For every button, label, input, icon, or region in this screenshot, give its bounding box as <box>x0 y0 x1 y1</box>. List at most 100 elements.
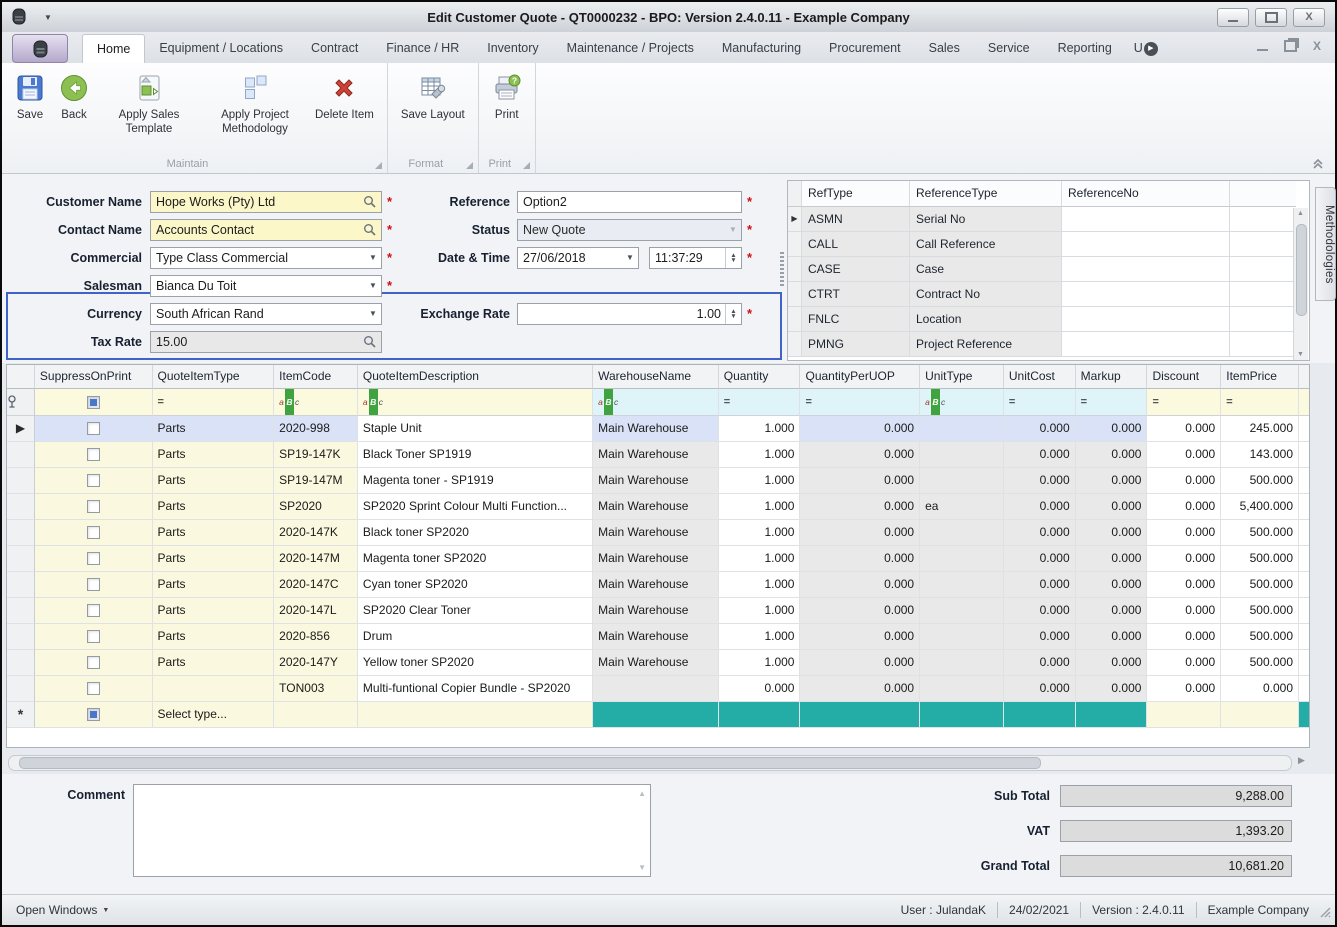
cell-quantity[interactable]: 1.000 <box>719 416 801 442</box>
suppress-checkbox[interactable] <box>87 682 100 695</box>
cell-quantity[interactable]: 1.000 <box>719 546 801 572</box>
chevron-down-icon[interactable]: ▼ <box>365 248 381 268</box>
cell-quoteitemdescription[interactable]: Black Toner SP1919 <box>358 442 593 468</box>
scroll-down-icon[interactable]: ▼ <box>638 863 646 872</box>
cell-markup[interactable]: 0.000 <box>1076 520 1148 546</box>
cell-quantity[interactable]: 1.000 <box>719 598 801 624</box>
chevron-down-icon[interactable]: ▼ <box>365 276 381 296</box>
cell-quoteitemtype[interactable]: Select type... <box>153 702 275 728</box>
cell-suppressonprint[interactable] <box>35 572 153 598</box>
cell-markup[interactable]: 0.000 <box>1076 442 1148 468</box>
cell-itemprice[interactable]: 500.000 <box>1221 650 1299 676</box>
cell-quantityperuop[interactable]: 0.000 <box>800 676 920 702</box>
ref-cell-reftype[interactable]: CASE <box>802 257 910 282</box>
application-button[interactable] <box>12 34 68 63</box>
column-header-itemcode[interactable]: ItemCode <box>274 365 358 389</box>
ref-cell-referenceno[interactable] <box>1062 307 1230 332</box>
suppress-checkbox[interactable] <box>87 604 100 617</box>
cell-quantityperuop[interactable]: 0.000 <box>800 598 920 624</box>
cell-quoteitemtype[interactable]: Parts <box>153 442 275 468</box>
cell-warehousename[interactable] <box>593 676 719 702</box>
cell-markup[interactable]: 0.000 <box>1076 650 1148 676</box>
cell-unittype[interactable] <box>920 520 1004 546</box>
exchange-rate-spinner[interactable]: 1.00 ▲▼ <box>517 303 742 325</box>
cell-itemcode[interactable]: 2020-147Y <box>274 650 358 676</box>
cell-warehousename[interactable]: Main Warehouse <box>593 598 719 624</box>
cell-suppressonprint[interactable] <box>35 416 153 442</box>
cell-quantityperuop[interactable]: 0.000 <box>800 494 920 520</box>
cell-quoteitemdescription[interactable]: Multi-funtional Copier Bundle - SP2020 <box>358 676 593 702</box>
cell-itemcode[interactable]: 2020-147C <box>274 572 358 598</box>
ref-cell-referencetype[interactable]: Serial No <box>910 207 1062 232</box>
filter-cell-unittype[interactable]: aBc <box>920 389 1004 416</box>
cell-discount[interactable]: 0.000 <box>1147 546 1221 572</box>
cell-itemprice[interactable]: 500.000 <box>1221 468 1299 494</box>
contact-name-field[interactable]: Accounts Contact <box>150 219 382 241</box>
filter-cell-itemcode[interactable]: aBc <box>274 389 358 416</box>
ribbon-tab-finance-hr[interactable]: Finance / HR <box>372 34 473 63</box>
cell-quoteitemtype[interactable]: Parts <box>153 650 275 676</box>
suppress-checkbox[interactable] <box>87 578 100 591</box>
cell-markup[interactable]: 0.000 <box>1076 624 1148 650</box>
filter-cell-warehousename[interactable]: aBc <box>593 389 719 416</box>
dialog-launcher-icon[interactable] <box>466 162 473 169</box>
cell-unitcost[interactable]: 0.000 <box>1004 416 1076 442</box>
filter-cell-itemprice[interactable]: = <box>1221 389 1299 416</box>
cell-quoteitemtype[interactable]: Parts <box>153 468 275 494</box>
filter-cell-quoteitemdescription[interactable]: aBc <box>358 389 593 416</box>
minimize-button[interactable] <box>1217 8 1249 27</box>
ribbon-tab-procurement[interactable]: Procurement <box>815 34 915 63</box>
ribbon-close-icon[interactable]: X <box>1313 40 1321 52</box>
cell-itemcode[interactable]: 2020-998 <box>274 416 358 442</box>
cell-quoteitemdescription[interactable]: SP2020 Sprint Colour Multi Function... <box>358 494 593 520</box>
cell-discount[interactable]: 0.000 <box>1147 572 1221 598</box>
cell-unittype[interactable] <box>920 598 1004 624</box>
scroll-up-icon[interactable]: ▲ <box>638 789 646 798</box>
scroll-up-icon[interactable]: ▲ <box>1297 210 1304 217</box>
ref-cell-reftype[interactable]: FNLC <box>802 307 910 332</box>
scrollbar-thumb[interactable] <box>1296 224 1307 316</box>
maximize-button[interactable] <box>1255 8 1287 27</box>
ribbon-tab-reporting[interactable]: Reporting <box>1044 34 1126 63</box>
save-button[interactable]: Save <box>8 69 52 153</box>
cell-quoteitemdescription[interactable]: Cyan toner SP2020 <box>358 572 593 598</box>
cell-itemcode[interactable]: 2020-147K <box>274 520 358 546</box>
cell-quantityperuop[interactable]: 0.000 <box>800 468 920 494</box>
cell-quantityperuop[interactable]: 0.000 <box>800 442 920 468</box>
cell-itemcode[interactable]: 2020-856 <box>274 624 358 650</box>
cell-markup[interactable]: 0.000 <box>1076 546 1148 572</box>
suppress-checkbox[interactable] <box>87 500 100 513</box>
cell-markup[interactable]: 0.000 <box>1076 572 1148 598</box>
cell-unittype[interactable] <box>920 572 1004 598</box>
cell-suppressonprint[interactable] <box>35 494 153 520</box>
cell-markup[interactable]: 0.000 <box>1076 468 1148 494</box>
ref-cell-referencetype[interactable]: Case <box>910 257 1062 282</box>
filter-cell-unitcost[interactable]: = <box>1004 389 1076 416</box>
cell-itemprice[interactable]: 500.000 <box>1221 598 1299 624</box>
ref-cell-referenceno[interactable] <box>1062 207 1230 232</box>
cell-quantity[interactable]: 1.000 <box>719 494 801 520</box>
cell-unitcost[interactable]: 0.000 <box>1004 598 1076 624</box>
cell-warehousename[interactable] <box>593 702 719 728</box>
search-icon[interactable] <box>363 335 376 348</box>
suppress-checkbox[interactable] <box>87 630 100 643</box>
cell-discount[interactable]: 0.000 <box>1147 468 1221 494</box>
cell-quoteitemdescription[interactable]: Staple Unit <box>358 416 593 442</box>
suppress-checkbox[interactable] <box>87 708 100 721</box>
cell-warehousename[interactable]: Main Warehouse <box>593 572 719 598</box>
ref-column-header-referencetype[interactable]: ReferenceType <box>910 181 1062 207</box>
vertical-scrollbar[interactable]: ▲▼ <box>1293 208 1308 360</box>
suppress-checkbox[interactable] <box>87 552 100 565</box>
comment-textarea[interactable]: ▲ ▼ <box>133 784 651 877</box>
cell-quantity[interactable] <box>719 702 801 728</box>
column-header-unittype[interactable]: UnitType <box>920 365 1004 389</box>
cell-quoteitemdescription[interactable]: SP2020 Clear Toner <box>358 598 593 624</box>
cell-unittype[interactable] <box>920 676 1004 702</box>
ribbon-tab-equipment-locations[interactable]: Equipment / Locations <box>145 34 297 63</box>
reference-input[interactable]: Option2 <box>517 191 742 213</box>
ref-cell-reftype[interactable]: CALL <box>802 232 910 257</box>
suppress-checkbox[interactable] <box>87 448 100 461</box>
splitter-handle[interactable] <box>780 252 784 286</box>
cell-unitcost[interactable]: 0.000 <box>1004 624 1076 650</box>
cell-quantityperuop[interactable]: 0.000 <box>800 572 920 598</box>
